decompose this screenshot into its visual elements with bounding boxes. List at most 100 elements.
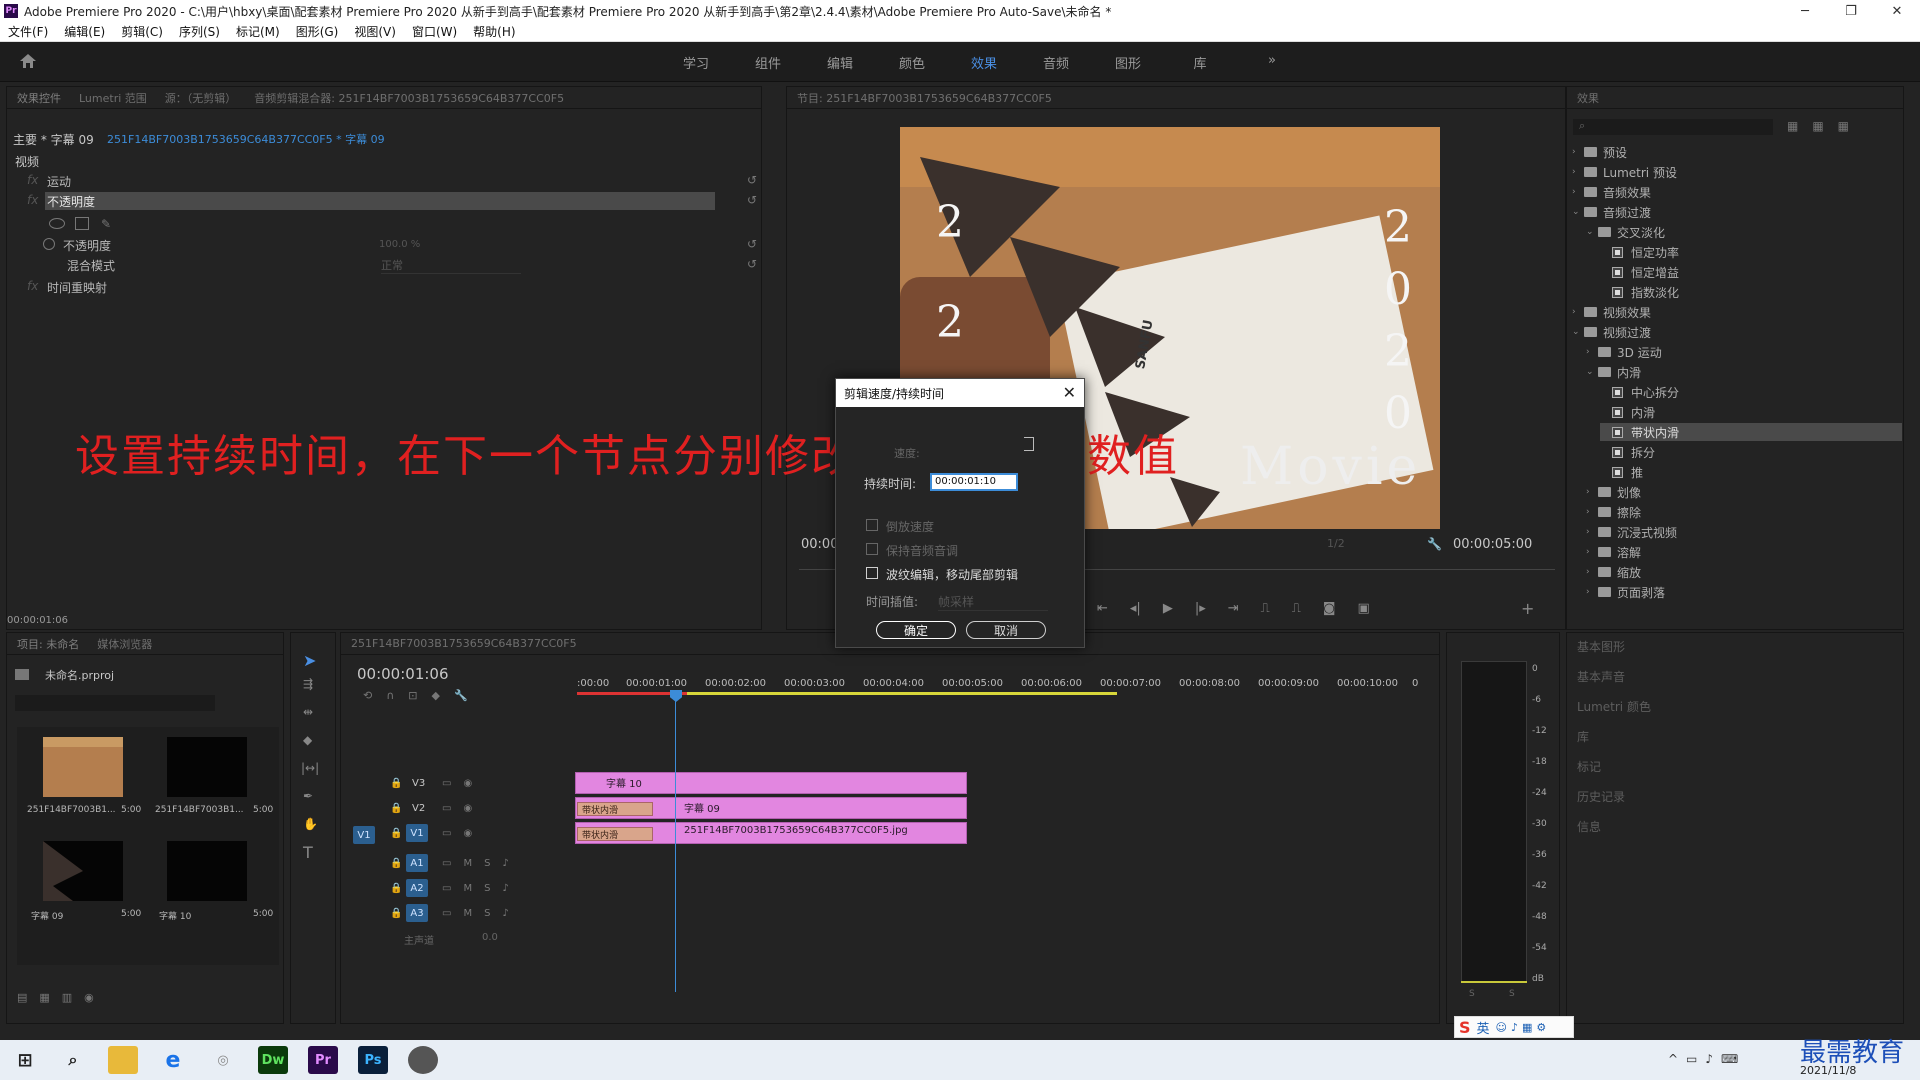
ripple-edit-tool-icon[interactable]: ⇹ <box>303 705 313 719</box>
hand-tool-icon[interactable]: ✋ <box>303 817 318 831</box>
effect-tree-item[interactable]: › 3D 运动 <box>1586 343 1662 361</box>
track-lock-icon[interactable]: 🔒 <box>390 883 402 894</box>
resolution-select[interactable]: 1/2 <box>1327 537 1345 550</box>
minimize-button[interactable]: ─ <box>1782 0 1828 22</box>
time-remap-effect[interactable]: 时间重映射 <box>47 279 107 296</box>
menu-help[interactable]: 帮助(H) <box>465 23 523 40</box>
timeline-tool-icons[interactable]: ⟲∩⊡◆🔧 <box>363 689 482 702</box>
tab-project[interactable]: 项目: 未命名 <box>17 636 79 652</box>
panel-info[interactable]: 信息 <box>1577 818 1601 835</box>
stopwatch-icon[interactable] <box>43 238 55 250</box>
workspace-tab-effects[interactable]: 效果 <box>948 53 1020 72</box>
timeline-timecode[interactable]: 00:00:01:06 <box>357 665 449 683</box>
track-target-a2[interactable]: A2 <box>406 879 428 897</box>
chevron-right-icon[interactable]: › <box>1572 187 1584 197</box>
restore-button[interactable]: ❐ <box>1828 0 1874 22</box>
panel-essential-graphics[interactable]: 基本图形 <box>1577 638 1625 655</box>
panel-libraries[interactable]: 库 <box>1577 728 1589 745</box>
chevron-right-icon[interactable]: › <box>1586 567 1598 577</box>
track-select-tool-icon[interactable]: ⇶ <box>303 677 313 691</box>
master-clip-label[interactable]: 主要 * 字幕 09 <box>13 131 94 148</box>
workspace-tab-graphics[interactable]: 图形 <box>1092 53 1164 72</box>
pen-tool-icon[interactable]: ✒ <box>303 789 313 803</box>
extract-icon[interactable]: ⎍ <box>1292 601 1301 616</box>
pen-mask-icon[interactable]: ✎ <box>101 217 111 231</box>
type-tool-icon[interactable]: T <box>303 843 313 862</box>
selection-tool-icon[interactable]: ➤ <box>303 651 316 670</box>
timeline-sequence-tab[interactable]: 251F14BF7003B1753659C64B377CC0F5 <box>351 637 577 650</box>
source-patch-v1[interactable]: V1 <box>353 826 375 844</box>
program-monitor-title[interactable]: 节目: 251F14BF7003B1753659C64B377CC0F5 <box>797 90 1052 106</box>
windows-start-icon[interactable]: ⊞ <box>10 1046 40 1074</box>
track-target-v3[interactable]: V3 <box>412 778 425 789</box>
export-frame-icon[interactable]: ◙ <box>1323 601 1336 616</box>
track-lock-icon[interactable]: 🔒 <box>390 778 402 789</box>
effect-tree-item[interactable]: ⌄ 内滑 <box>1586 363 1641 381</box>
track-lock-icon[interactable]: 🔒 <box>390 803 402 814</box>
time-interpolation-select[interactable]: 帧采样 <box>938 593 1048 611</box>
effect-tree-item[interactable]: › 沉浸式视频 <box>1586 523 1677 541</box>
opacity-effect[interactable]: 不透明度 <box>47 193 95 210</box>
go-to-out-icon[interactable]: ⇥ <box>1228 601 1239 616</box>
menu-view[interactable]: 视图(V) <box>346 23 404 40</box>
meter-solo-right[interactable]: S <box>1509 989 1515 999</box>
effect-tree-item[interactable]: ⌄ 音频过渡 <box>1572 203 1651 221</box>
tab-lumetri-scopes[interactable]: Lumetri 范围 <box>79 90 147 106</box>
reset-icon[interactable]: ↺ <box>747 237 757 251</box>
ok-button[interactable]: 确定 <box>876 621 956 639</box>
ripple-edit-checkbox[interactable] <box>866 567 878 579</box>
effects-panel-title[interactable]: 效果 <box>1577 90 1599 106</box>
track-visibility-icon[interactable]: ▭◉ <box>442 778 484 789</box>
chevron-down-icon[interactable]: ⌄ <box>1586 227 1598 237</box>
effect-tree-item[interactable]: › 页面剥落 <box>1586 583 1665 601</box>
effect-tree-item[interactable]: 带状内滑 <box>1600 423 1902 441</box>
rectangle-mask-icon[interactable] <box>75 217 89 230</box>
close-window-button[interactable]: ✕ <box>1874 0 1920 22</box>
compare-icon[interactable]: ▣ <box>1357 601 1369 616</box>
slip-tool-icon[interactable]: |↔| <box>301 761 319 775</box>
blend-mode-select[interactable]: 正常 <box>381 257 521 274</box>
track-lock-icon[interactable]: 🔒 <box>390 908 402 919</box>
sogou-icon[interactable]: S <box>1459 1018 1471 1037</box>
track-visibility-icon[interactable]: ▭◉ <box>442 828 484 839</box>
step-back-icon[interactable]: ◂| <box>1130 601 1141 616</box>
add-button-icon[interactable]: + <box>1521 599 1534 618</box>
tab-source[interactable]: 源：（无剪辑） <box>165 90 237 106</box>
track-lock-icon[interactable]: 🔒 <box>390 858 402 869</box>
fx-icon[interactable]: fx <box>27 173 38 187</box>
chevron-right-icon[interactable]: › <box>1586 587 1598 597</box>
tab-media-browser[interactable]: 媒体浏览器 <box>97 636 152 652</box>
workspace-tab-color[interactable]: 颜色 <box>876 53 948 72</box>
menu-window[interactable]: 窗口(W) <box>404 23 465 40</box>
lift-icon[interactable]: ⎍ <box>1261 601 1270 616</box>
play-icon[interactable]: ▶ <box>1163 601 1173 616</box>
effect-tree-item[interactable]: › 视频效果 <box>1572 303 1651 321</box>
home-icon[interactable] <box>20 54 36 68</box>
motion-effect[interactable]: 运动 <box>47 173 71 190</box>
panel-markers[interactable]: 标记 <box>1577 758 1601 775</box>
chevron-right-icon[interactable]: › <box>1586 527 1598 537</box>
project-thumb-tri[interactable] <box>43 841 123 901</box>
project-search-input[interactable] <box>15 695 215 711</box>
effect-tree-item[interactable]: 中心拆分 <box>1600 383 1679 401</box>
effect-tree-item[interactable]: 推 <box>1600 463 1643 481</box>
tab-audio-clip-mixer[interactable]: 音频剪辑混合器: 251F14BF7003B1753659C64B377CC0F… <box>254 90 564 106</box>
effect-tree-item[interactable]: 拆分 <box>1600 443 1655 461</box>
effect-tree-item[interactable]: 内滑 <box>1600 403 1655 421</box>
menu-graphics[interactable]: 图形(G) <box>288 23 347 40</box>
chevron-right-icon[interactable]: › <box>1586 347 1598 357</box>
track-mute-solo-icon[interactable]: ▭MS♪ <box>442 858 521 869</box>
workspace-tab-assembly[interactable]: 组件 <box>732 53 804 72</box>
effect-tree-item[interactable]: › 预设 <box>1572 143 1627 161</box>
effect-tree-item[interactable]: › 溶解 <box>1586 543 1641 561</box>
project-view-controls[interactable]: ▤▦▥◉ <box>17 991 106 1004</box>
chevron-right-icon[interactable]: › <box>1586 547 1598 557</box>
master-track-value[interactable]: 0.0 <box>482 932 498 943</box>
panel-history[interactable]: 历史记录 <box>1577 788 1625 805</box>
effect-tree-item[interactable]: 恒定功率 <box>1600 243 1679 261</box>
effect-tree-item[interactable]: ⌄ 交叉淡化 <box>1586 223 1665 241</box>
media-app-icon[interactable]: ◎ <box>208 1046 238 1074</box>
user-avatar-icon[interactable] <box>408 1046 438 1074</box>
fx-icon[interactable]: fx <box>27 279 38 293</box>
menu-file[interactable]: 文件(F) <box>0 23 56 40</box>
